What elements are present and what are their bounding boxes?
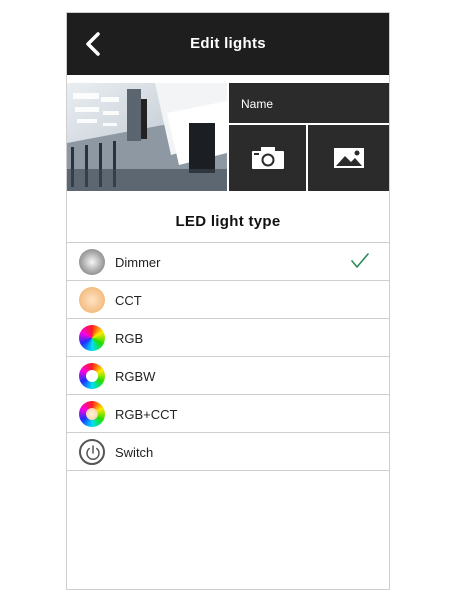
light-photo (67, 83, 227, 191)
list-item-rgbw[interactable]: RGBW (67, 357, 389, 395)
list-item-dimmer[interactable]: Dimmer (67, 243, 389, 281)
name-label: Name (241, 97, 274, 111)
cct-icon (79, 287, 105, 313)
list-item-label: RGB (115, 331, 144, 346)
rgb-cct-icon (79, 401, 105, 427)
list-item-rgb[interactable]: RGB (67, 319, 389, 357)
rgb-icon (79, 325, 105, 351)
rgbw-icon (79, 363, 105, 389)
checkmark-icon (351, 253, 369, 268)
list-item-switch[interactable]: Switch (67, 433, 389, 471)
name-field[interactable]: Name (227, 83, 389, 123)
power-icon (79, 439, 105, 465)
list-item-label: RGB+CCT (115, 407, 178, 422)
camera-icon (251, 147, 284, 169)
dimmer-icon (79, 249, 105, 275)
list-item-label: CCT (115, 293, 142, 308)
phone-screen: Edit lights Name LED light type Dimmer C… (66, 12, 390, 590)
list-item-cct[interactable]: CCT (67, 281, 389, 319)
camera-button[interactable] (227, 125, 306, 191)
light-type-list: Dimmer CCT RGB RGBW RGB+CCT Switch (67, 242, 389, 471)
page-title: Edit lights (190, 35, 266, 52)
list-item-label: RGBW (115, 369, 156, 384)
divider (67, 75, 389, 83)
section-title: LED light type (175, 213, 281, 230)
list-item-label: Switch (115, 445, 154, 460)
gallery-button[interactable] (308, 125, 389, 191)
list-item-label: Dimmer (115, 255, 161, 270)
list-item-rgb-cct[interactable]: RGB+CCT (67, 395, 389, 433)
top-bar: Edit lights (67, 13, 389, 75)
image-icon (333, 148, 364, 168)
